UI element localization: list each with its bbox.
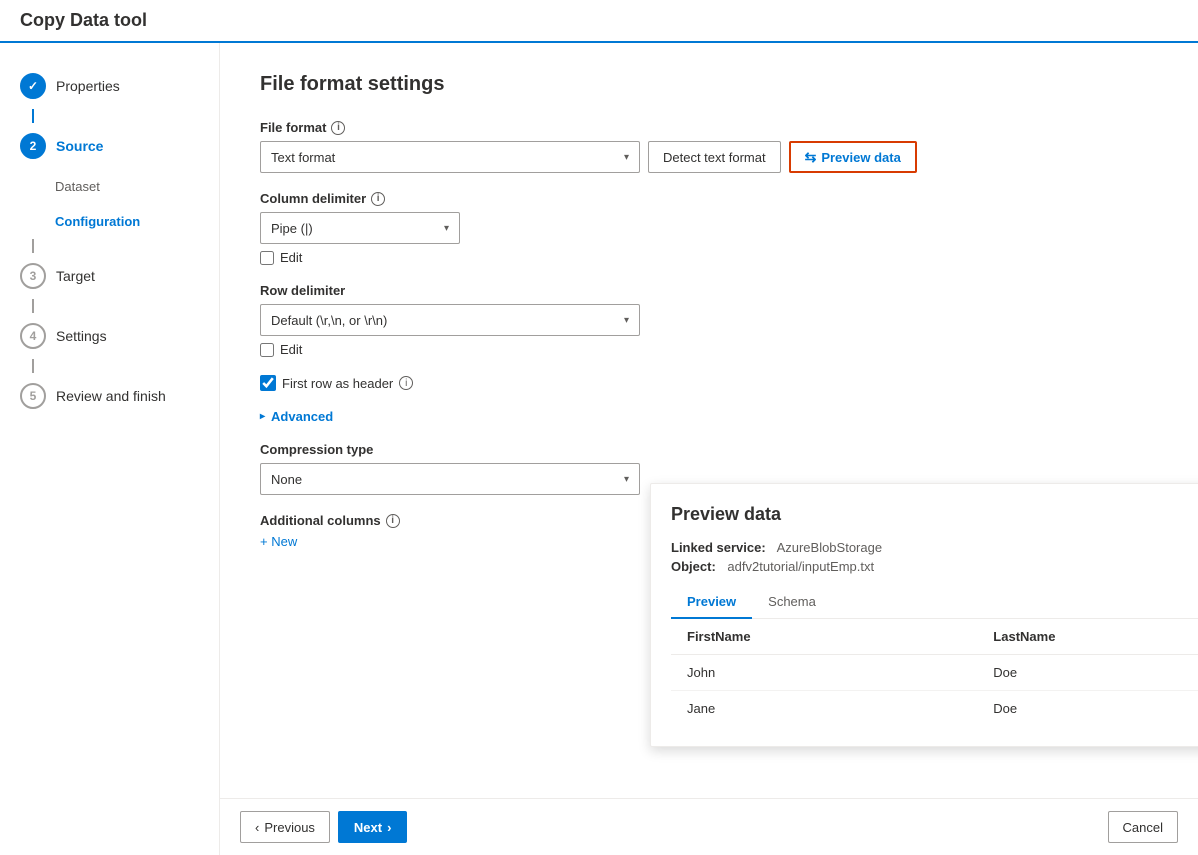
file-format-group: File format i Text format ▾ Detect text … xyxy=(260,120,1158,173)
sidebar-item-source-label: Source xyxy=(56,138,103,154)
file-format-chevron: ▾ xyxy=(624,152,629,163)
advanced-row[interactable]: ▸ Advanced xyxy=(260,409,1158,424)
file-format-value: Text format xyxy=(271,150,335,165)
first-row-info-icon[interactable]: i xyxy=(399,376,413,390)
preview-row2-lastname: Doe xyxy=(977,691,1198,727)
row-delimiter-select[interactable]: Default (\r,\n, or \r\n) ▾ xyxy=(260,304,640,336)
settings-step-circle: 4 xyxy=(20,323,46,349)
first-row-header-group: First row as header i xyxy=(260,375,1158,391)
preview-col-lastname: LastName xyxy=(977,619,1198,655)
column-delimiter-edit-checkbox[interactable] xyxy=(260,251,274,265)
table-row: John Doe xyxy=(671,655,1198,691)
connector-3 xyxy=(32,299,34,313)
sidebar-item-configuration-label: Configuration xyxy=(55,214,140,229)
file-format-select[interactable]: Text format ▾ xyxy=(260,141,640,173)
first-row-header-checkbox[interactable] xyxy=(260,375,276,391)
sidebar-item-dataset-label: Dataset xyxy=(55,179,100,194)
first-row-header-label: First row as header xyxy=(282,376,393,391)
main-container: ✓ Properties 2 Source Dataset Configurat… xyxy=(0,43,1198,855)
preview-table-head: FirstName LastName xyxy=(671,619,1198,655)
connector-1 xyxy=(32,109,34,123)
sidebar-item-settings-label: Settings xyxy=(56,328,107,344)
next-button[interactable]: Next › xyxy=(338,811,408,843)
preview-tab-schema[interactable]: Schema xyxy=(752,586,832,619)
preview-row2-firstname: Jane xyxy=(671,691,977,727)
advanced-label: Advanced xyxy=(271,409,333,424)
row-delimiter-edit-row: Edit xyxy=(260,342,1158,357)
bottom-bar-left: ‹ Previous Next › xyxy=(240,811,407,843)
connector-2 xyxy=(32,239,34,253)
preview-row1-firstname: John xyxy=(671,655,977,691)
row-delimiter-chevron: ▾ xyxy=(624,315,629,326)
review-step-circle: 5 xyxy=(20,383,46,409)
preview-panel-header: Preview data ⤢ ✕ xyxy=(671,504,1198,528)
column-delimiter-select[interactable]: Pipe (|) ▾ xyxy=(260,212,460,244)
app-title: Copy Data tool xyxy=(20,10,147,30)
add-new-label: + New xyxy=(260,534,297,549)
column-delimiter-info-icon[interactable]: i xyxy=(371,192,385,206)
compression-type-chevron: ▾ xyxy=(624,474,629,485)
preview-object: Object: adfv2tutorial/inputEmp.txt xyxy=(671,559,1198,574)
bottom-bar-right: Cancel xyxy=(1108,811,1178,843)
detect-text-format-button[interactable]: Detect text format xyxy=(648,141,781,173)
column-delimiter-chevron: ▾ xyxy=(444,223,449,234)
sidebar-item-review-label: Review and finish xyxy=(56,388,166,404)
file-format-label: File format i xyxy=(260,120,1158,135)
compression-type-label: Compression type xyxy=(260,442,1158,457)
prev-chevron-icon: ‹ xyxy=(255,820,259,835)
app-title-bar: Copy Data tool xyxy=(0,0,1198,43)
previous-button[interactable]: ‹ Previous xyxy=(240,811,330,843)
source-step-circle: 2 xyxy=(20,133,46,159)
preview-table-header-row: FirstName LastName xyxy=(671,619,1198,655)
row-delimiter-group: Row delimiter Default (\r,\n, or \r\n) ▾… xyxy=(260,283,1158,357)
file-format-row: Text format ▾ Detect text format ⇆ Previ… xyxy=(260,141,1158,173)
preview-linked-service: Linked service: AzureBlobStorage xyxy=(671,540,1198,555)
file-format-info-icon[interactable]: i xyxy=(331,121,345,135)
content-area: File format settings File format i Text … xyxy=(220,43,1198,855)
additional-columns-info-icon[interactable]: i xyxy=(386,514,400,528)
cancel-button[interactable]: Cancel xyxy=(1108,811,1178,843)
row-delimiter-value: Default (\r,\n, or \r\n) xyxy=(271,313,387,328)
next-chevron-icon: › xyxy=(387,820,391,835)
sidebar-item-properties[interactable]: ✓ Properties xyxy=(0,63,219,109)
row-delimiter-edit-checkbox[interactable] xyxy=(260,343,274,357)
preview-panel-title: Preview data xyxy=(671,504,781,525)
row-delimiter-label: Row delimiter xyxy=(260,283,1158,298)
link-icon: ⇆ xyxy=(805,149,817,166)
compression-type-value: None xyxy=(271,472,302,487)
sidebar-item-target-label: Target xyxy=(56,268,95,284)
advanced-chevron-icon: ▸ xyxy=(260,411,265,422)
sidebar-item-properties-label: Properties xyxy=(56,78,120,94)
column-delimiter-value: Pipe (|) xyxy=(271,221,313,236)
preview-tabs: Preview Schema xyxy=(671,586,1198,619)
sidebar-item-target[interactable]: 3 Target xyxy=(0,253,219,299)
properties-step-circle: ✓ xyxy=(20,73,46,99)
preview-table: FirstName LastName John Doe Jane Doe xyxy=(671,619,1198,726)
preview-data-panel: Preview data ⤢ ✕ Linked service: AzureBl… xyxy=(650,483,1198,747)
table-row: Jane Doe xyxy=(671,691,1198,727)
column-delimiter-edit-label: Edit xyxy=(280,250,302,265)
first-row-header-row: First row as header i xyxy=(260,375,1158,391)
preview-col-firstname: FirstName xyxy=(671,619,977,655)
preview-tab-preview[interactable]: Preview xyxy=(671,586,752,619)
column-delimiter-group: Column delimiter i Pipe (|) ▾ Edit xyxy=(260,191,1158,265)
target-step-circle: 3 xyxy=(20,263,46,289)
sidebar-item-dataset[interactable]: Dataset xyxy=(0,169,219,204)
advanced-group: ▸ Advanced xyxy=(260,409,1158,424)
bottom-bar: ‹ Previous Next › Cancel xyxy=(220,798,1198,855)
sidebar: ✓ Properties 2 Source Dataset Configurat… xyxy=(0,43,220,855)
sidebar-item-configuration[interactable]: Configuration xyxy=(0,204,219,239)
sidebar-item-source[interactable]: 2 Source xyxy=(0,123,219,169)
compression-type-select[interactable]: None ▾ xyxy=(260,463,640,495)
column-delimiter-label: Column delimiter i xyxy=(260,191,1158,206)
column-delimiter-edit-row: Edit xyxy=(260,250,1158,265)
sidebar-item-review[interactable]: 5 Review and finish xyxy=(0,373,219,419)
preview-table-body: John Doe Jane Doe xyxy=(671,655,1198,727)
connector-4 xyxy=(32,359,34,373)
section-title: File format settings xyxy=(260,73,1158,96)
preview-row1-lastname: Doe xyxy=(977,655,1198,691)
row-delimiter-edit-label: Edit xyxy=(280,342,302,357)
preview-data-button[interactable]: ⇆ Preview data xyxy=(789,141,917,173)
sidebar-item-settings[interactable]: 4 Settings xyxy=(0,313,219,359)
